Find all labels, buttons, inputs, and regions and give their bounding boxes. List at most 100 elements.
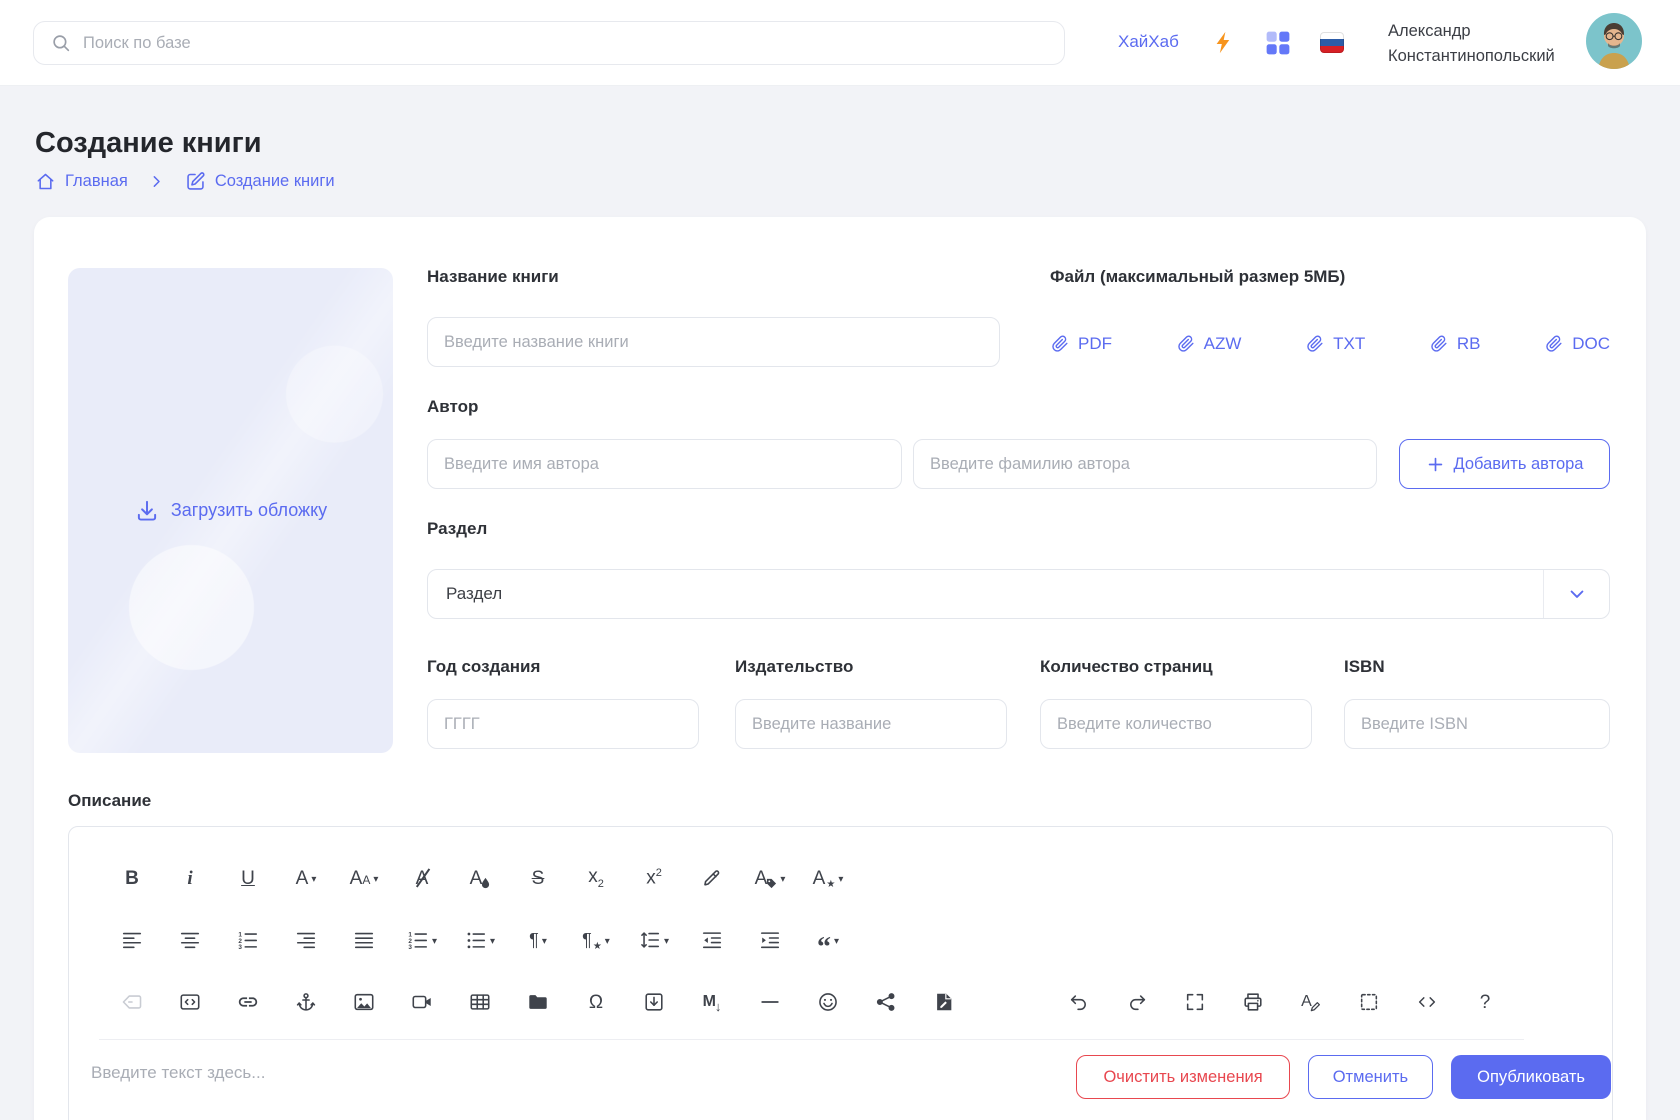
- breadcrumb-home-link[interactable]: Главная: [65, 172, 128, 191]
- paperclip-icon: [1431, 335, 1447, 352]
- editor-text-area[interactable]: Введите текст здесь...: [91, 1063, 265, 1083]
- toolbar-outdent-button[interactable]: [683, 917, 741, 963]
- toolbar-align-right-button[interactable]: [277, 917, 335, 963]
- toolbar-align-left-button[interactable]: [103, 917, 161, 963]
- file-format-azw-link[interactable]: AZW: [1176, 334, 1241, 354]
- editor-toolbar-row-3: Ω M ↓ A?: [69, 971, 1612, 1033]
- toolbar-fullscreen-button[interactable]: [1166, 979, 1224, 1025]
- clear-changes-button[interactable]: Очистить изменения: [1076, 1055, 1290, 1099]
- section-select[interactable]: Раздел: [427, 569, 1610, 619]
- toolbar-align-justify-button[interactable]: [335, 917, 393, 963]
- title-input[interactable]: [427, 317, 1000, 367]
- author-row: Добавить автора: [427, 439, 1610, 489]
- toolbar-inline-style-button[interactable]: A ★ ▾: [799, 855, 857, 901]
- pages-count-label: Количество страниц: [1040, 657, 1213, 676]
- toolbar-horizontal-rule-button[interactable]: [741, 979, 799, 1025]
- editor-toolbar-row-1: Bi U A ▾ AA ▾ A A Sx2 x2 A ▾ A ★ ▾: [69, 847, 1612, 909]
- publish-button[interactable]: Опубликовать: [1451, 1055, 1611, 1099]
- toolbar-file-manager-button[interactable]: [509, 979, 567, 1025]
- file-format-txt-link[interactable]: TXT: [1305, 334, 1365, 354]
- toolbar-anchor-button[interactable]: [277, 979, 335, 1025]
- toolbar-insert-link-button[interactable]: [219, 979, 277, 1025]
- svg-text:3: 3: [408, 944, 412, 951]
- add-author-button[interactable]: Добавить автора: [1399, 439, 1610, 489]
- toolbar-align-center-button[interactable]: [161, 917, 219, 963]
- search-input[interactable]: [33, 21, 1065, 65]
- publisher-input[interactable]: [735, 699, 1007, 749]
- toolbar-insert-table-button[interactable]: [451, 979, 509, 1025]
- toolbar-markdown-button[interactable]: M ↓: [683, 979, 741, 1025]
- toolbar-undo-button[interactable]: [1050, 979, 1108, 1025]
- toolbar-indent-button[interactable]: [741, 917, 799, 963]
- toolbar-clear-formatting-button[interactable]: A: [393, 855, 451, 901]
- brand-link[interactable]: ХайХаб: [1118, 32, 1179, 52]
- toolbar-underline-button[interactable]: U: [219, 855, 277, 901]
- toolbar-highlight-button[interactable]: [683, 855, 741, 901]
- toolbar-superscript-button[interactable]: x2: [625, 855, 683, 901]
- cover-upload-area[interactable]: Загрузить обложку: [68, 268, 393, 753]
- apps-grid-icon[interactable]: [1265, 30, 1291, 56]
- toolbar-italic-button[interactable]: i: [161, 855, 219, 901]
- file-format-pdf-link[interactable]: PDF: [1050, 334, 1112, 354]
- lightning-icon[interactable]: [1211, 30, 1236, 55]
- cover-upload-label: Загрузить обложку: [170, 500, 328, 520]
- chevron-right-icon: [153, 175, 160, 187]
- toolbar-tag-button[interactable]: [103, 979, 161, 1025]
- file-format-rb-link[interactable]: RB: [1429, 334, 1481, 354]
- toolbar-bold-button[interactable]: B: [103, 855, 161, 901]
- file-format-doc-link[interactable]: DOC: [1544, 334, 1610, 354]
- toolbar-text-color-button[interactable]: A: [451, 855, 509, 901]
- toolbar-code-button[interactable]: [1398, 979, 1456, 1025]
- author-first-name-input[interactable]: [427, 439, 902, 489]
- toolbar-emoticons-button[interactable]: [799, 979, 857, 1025]
- section-select-chevron[interactable]: [1543, 570, 1609, 618]
- upload-cover-icon: [137, 500, 156, 521]
- toolbar-font-family-button[interactable]: A ▾: [277, 855, 335, 901]
- toolbar-redo-button[interactable]: [1108, 979, 1166, 1025]
- toolbar-ordered-list-button[interactable]: 1 2 3 ▾: [393, 917, 451, 963]
- toolbar-insert-video-button[interactable]: [393, 979, 451, 1025]
- pages-count-input[interactable]: [1040, 699, 1312, 749]
- year-input[interactable]: [427, 699, 699, 749]
- toolbar-paragraph-format-button[interactable]: ¶ ▾: [509, 917, 567, 963]
- toolbar-draft-button[interactable]: [915, 979, 973, 1025]
- publisher-label: Издательство: [735, 657, 854, 676]
- toolbar-insert-image-button[interactable]: [335, 979, 393, 1025]
- toolbar-special-characters-button[interactable]: Ω: [567, 979, 625, 1025]
- section-label: Раздел: [427, 519, 488, 538]
- author-last-name-input[interactable]: [913, 439, 1377, 489]
- toolbar-share-button[interactable]: [857, 979, 915, 1025]
- breadcrumb-current[interactable]: Создание книги: [215, 172, 335, 191]
- toolbar-subscript-button[interactable]: x2: [567, 855, 625, 901]
- isbn-input[interactable]: [1344, 699, 1610, 749]
- user-last-name: Константинопольский: [1388, 46, 1555, 65]
- toolbar-paragraph-style-button[interactable]: ¶ ★ ▾: [567, 917, 625, 963]
- chevron-down-icon: [1570, 590, 1583, 598]
- toolbar-quote-button[interactable]: “▾: [799, 917, 857, 963]
- toolbar-font-size-button[interactable]: AA ▾: [335, 855, 393, 901]
- cancel-button[interactable]: Отменить: [1307, 1055, 1434, 1099]
- book-form-card: Загрузить обложку Название книги Файл (м…: [34, 217, 1646, 1120]
- language-flag-icon[interactable]: [1320, 32, 1344, 53]
- plus-icon: [1428, 457, 1442, 471]
- toolbar-code-view-button[interactable]: [161, 979, 219, 1025]
- toolbar-strikethrough-button[interactable]: S: [509, 855, 567, 901]
- toolbar-unordered-list-button[interactable]: ▾: [451, 917, 509, 963]
- editor-toolbar-row-2: 1 2 3 1 2 3 ▾ ▾ ¶ ▾ ¶ ★ ▾ ▾ “▾: [69, 909, 1612, 971]
- toolbar-print-button[interactable]: [1224, 979, 1282, 1025]
- toolbar-ordered-list-simple-button[interactable]: 123: [219, 917, 277, 963]
- toolbar-line-height-button[interactable]: ▾: [625, 917, 683, 963]
- home-icon[interactable]: [35, 171, 56, 192]
- toolbar-spell-check-button[interactable]: A: [1282, 979, 1340, 1025]
- search-field[interactable]: [83, 33, 1048, 53]
- description-editor: Bi U A ▾ AA ▾ A A Sx2 x2 A ▾ A ★ ▾ 1 2 3 1 2 3 ▾ ▾ ¶ ▾ ¶ ★ ▾ ▾ “▾ ΩM…: [68, 826, 1613, 1120]
- toolbar-help-button[interactable]: ?: [1456, 979, 1514, 1025]
- paperclip-icon: [1052, 335, 1068, 352]
- toolbar-inline-class-button[interactable]: A ▾: [741, 855, 799, 901]
- toolbar-file-download-button[interactable]: [625, 979, 683, 1025]
- toolbar-select-all-button[interactable]: [1340, 979, 1398, 1025]
- section-select-value: Раздел: [446, 584, 503, 603]
- avatar[interactable]: [1586, 13, 1642, 69]
- isbn-label: ISBN: [1344, 657, 1385, 676]
- svg-text:3: 3: [238, 944, 242, 951]
